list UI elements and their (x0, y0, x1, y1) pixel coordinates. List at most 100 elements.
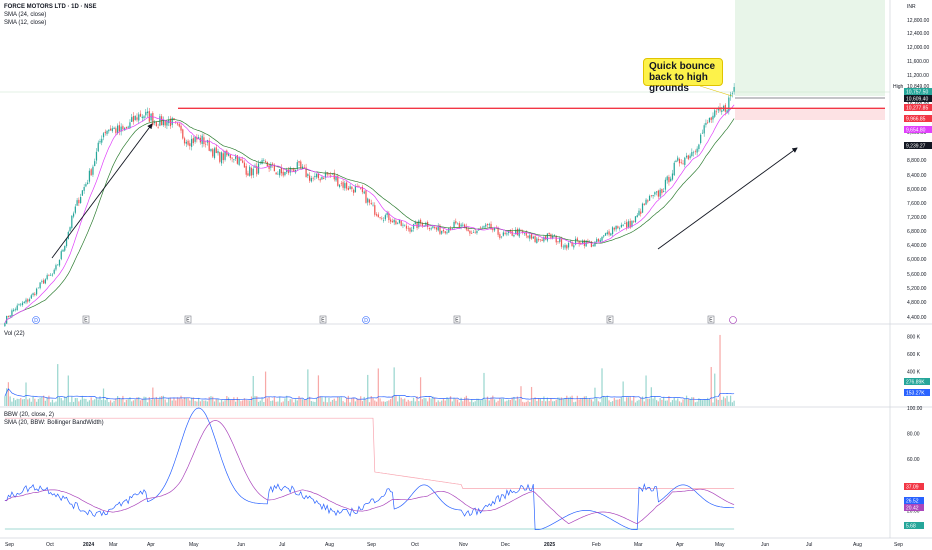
volume-bar (404, 398, 406, 406)
candle-body (539, 239, 541, 241)
volume-bar (479, 400, 482, 406)
candle-body (180, 125, 182, 131)
candle-body (55, 265, 57, 270)
candle-body (545, 236, 547, 240)
candle-body (60, 251, 62, 260)
x-tick-label: Mar (634, 542, 643, 548)
volume-bar (344, 402, 346, 406)
candle-body (675, 160, 677, 163)
volume-bar (722, 396, 725, 406)
candle-body (707, 122, 709, 123)
volume-tick-label: 400 K (907, 369, 921, 375)
volume-bar (603, 395, 605, 406)
candle-body (453, 221, 455, 228)
candle-body (666, 176, 668, 181)
volume-bar (111, 402, 113, 406)
candle-body (21, 302, 24, 306)
candle-body (516, 228, 519, 236)
candle-body (721, 110, 723, 112)
volume-bar (666, 400, 668, 406)
candle-body (99, 141, 101, 143)
candle-body (166, 121, 168, 126)
volume-bar (235, 401, 237, 406)
candle-body (92, 166, 94, 175)
volume-bar (375, 401, 378, 406)
volume-bar (314, 401, 316, 406)
x-tick-label: May (189, 542, 199, 548)
candle-body (733, 87, 735, 92)
volume-bar (240, 401, 242, 406)
volume-bar (368, 402, 371, 406)
candle-body (164, 120, 166, 126)
volume-bar (88, 400, 91, 406)
volume-bar (576, 395, 578, 406)
candle-body (201, 135, 203, 144)
volume-bar (627, 397, 630, 406)
candle-body (560, 239, 563, 247)
candle-body (636, 215, 638, 218)
candle-body (249, 166, 251, 176)
candle-body (316, 173, 318, 178)
volume-bar (513, 396, 515, 406)
volume-bar (455, 398, 457, 406)
volume-bar (71, 396, 73, 406)
x-tick-label: Oct (46, 542, 54, 548)
volume-bar (185, 397, 187, 406)
candle-body (212, 149, 214, 157)
volume-bar (175, 400, 177, 406)
volume-bar (437, 400, 439, 406)
candle-body (663, 190, 665, 192)
candle-body (368, 199, 371, 203)
volume-bar (132, 400, 135, 406)
candle-body (604, 233, 607, 236)
volume-bar (724, 398, 726, 406)
volume-bar (256, 396, 258, 406)
price-tag-label: 10,609.40 (906, 97, 928, 103)
volume-bar (448, 398, 450, 406)
volume-bar (11, 401, 13, 406)
candle-body (456, 223, 459, 225)
candle-body (434, 227, 436, 229)
volume-bar (153, 398, 156, 406)
volume-bar (694, 402, 696, 406)
bbw-tag-label: 5.68 (906, 524, 916, 530)
volume-bar (301, 399, 304, 406)
volume-tick-label: 800 K (907, 335, 921, 341)
volume-bar (678, 401, 681, 406)
volume-bar (508, 399, 510, 406)
price-tag-label: 9,654.80 (906, 128, 926, 134)
candle-body (534, 236, 536, 242)
volume-bar (654, 396, 656, 406)
candle-body (345, 182, 348, 189)
price-tick-label: 7,600.00 (907, 201, 927, 207)
volume-bar (673, 397, 675, 406)
bbw-tick-label: 60.00 (907, 457, 920, 463)
candle-body (648, 195, 651, 201)
bbw-tag-label: 26.52 (906, 499, 919, 505)
volume-bar (280, 402, 283, 406)
volume-bar (356, 398, 358, 406)
candle-body (682, 163, 684, 164)
volume-bar (51, 399, 54, 406)
volume-bar (161, 395, 163, 406)
volume-bar (411, 400, 413, 406)
volume-bar (624, 401, 626, 406)
volume-bar (728, 401, 730, 406)
volume-bar (363, 396, 365, 406)
candle-body (219, 152, 221, 162)
candle-body (319, 178, 321, 181)
price-tag-label: 9,966.85 (906, 117, 926, 123)
volume-bar (374, 400, 376, 406)
candle-body (153, 122, 156, 124)
candle-body (714, 110, 716, 117)
candle-body (39, 282, 41, 289)
volume-bar (696, 401, 698, 406)
volume-bar (220, 399, 223, 406)
candle-body (562, 246, 564, 248)
candle-body (647, 200, 649, 202)
volume-bar (419, 377, 422, 406)
candle-body (374, 205, 376, 215)
candle-body (573, 245, 575, 248)
candle-body (641, 203, 644, 213)
volume-tick-label: 600 K (907, 352, 921, 358)
